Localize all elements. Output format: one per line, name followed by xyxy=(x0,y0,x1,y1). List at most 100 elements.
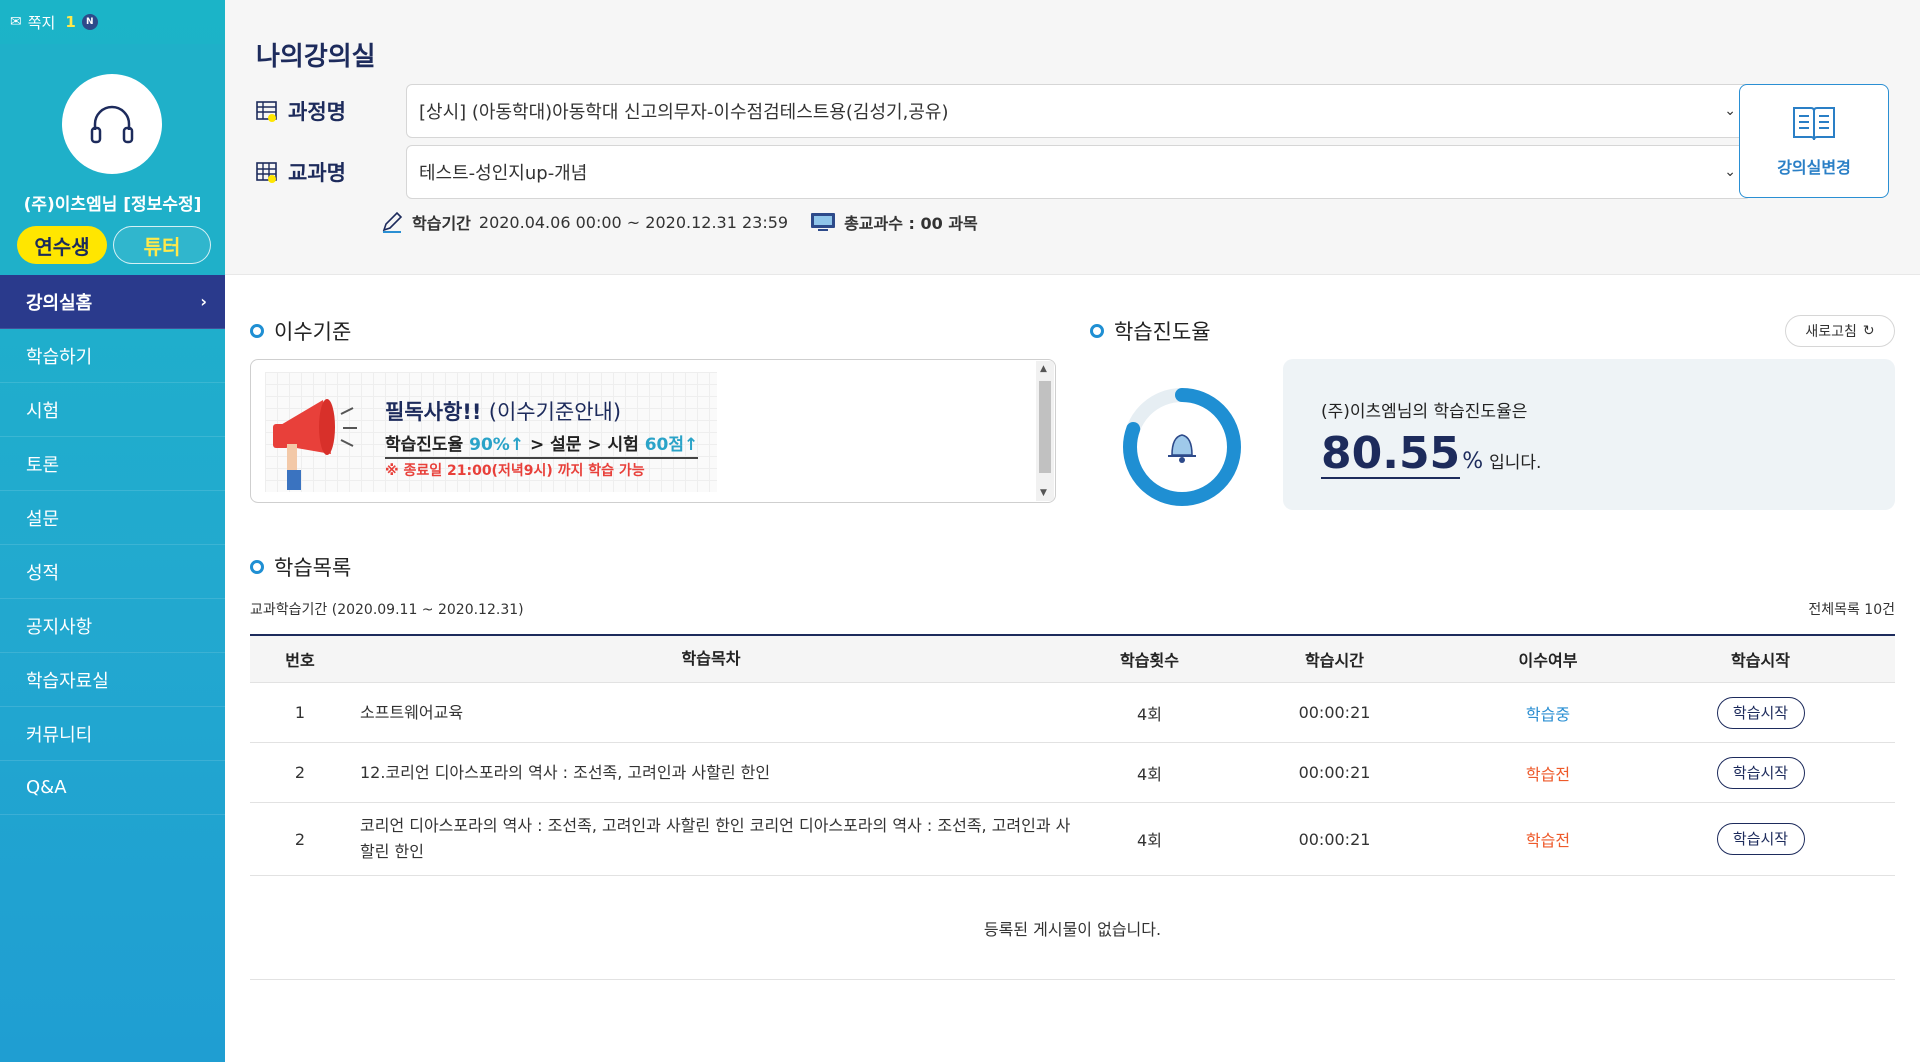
page-title: 나의강의실 xyxy=(256,42,376,72)
change-classroom-button[interactable]: 강의실변경 xyxy=(1739,84,1889,198)
start-study-button[interactable]: 학습시작 xyxy=(1716,756,1805,789)
scroll-down-icon[interactable]: ▼ xyxy=(1040,488,1047,498)
sidebar-item-study[interactable]: 학습하기 xyxy=(0,329,225,383)
course-select[interactable]: [상시] (아동학대)아동학대 신고의무자-이수점검테스트용(김성기,공유) ⌄ xyxy=(406,84,1751,138)
criteria-banner: 필독사항!! (이수기준안내) 학습진도율 90%↑ > 설문 > 시험 60점… xyxy=(265,372,717,492)
total-subjects: 총교과수 : 00 과목 xyxy=(844,214,978,233)
criteria-title-text: 이수기준 xyxy=(274,320,352,344)
sidebar-item-label: Q&A xyxy=(26,777,67,798)
sidebar-item-grades[interactable]: 성적 xyxy=(0,545,225,599)
total-count: 전체목록 10건 xyxy=(1808,602,1895,618)
period-value: 2020.04.06 00:00 ~ 2020.12.31 23:59 xyxy=(478,212,789,232)
message-label: 쪽지 xyxy=(27,13,56,32)
row-count: 4회 xyxy=(1137,704,1162,724)
chevron-down-icon: ⌄ xyxy=(1724,103,1736,119)
row-no: 2 xyxy=(294,763,306,782)
sidebar-item-label: 설문 xyxy=(26,508,60,530)
progress-caption: (주)이츠엠님의 학습진도율은 xyxy=(1321,402,1528,422)
table-header: 번호 학습목차 학습횟수 학습시간 이수여부 학습시작 xyxy=(250,636,1895,683)
row-no: 2 xyxy=(294,829,306,849)
message-bar[interactable]: ✉ 쪽지 1 N xyxy=(0,0,225,44)
study-period-row: 학습기간 2020.04.06 00:00 ~ 2020.12.31 23:59… xyxy=(380,210,986,234)
banner-headline: 필독사항!! (이수기준안내) xyxy=(385,396,621,426)
sidebar-item-survey[interactable]: 설문 xyxy=(0,491,225,545)
sidebar: ✉ 쪽지 1 N (주)이츠엠님 [정보수정] 연수생 튜터 강의실홈 › 학습… xyxy=(0,0,225,1062)
row-time: 00:00:21 xyxy=(1298,703,1371,722)
sidebar-item-label: 학습자료실 xyxy=(26,670,109,692)
course-select-value: [상시] (아동학대)아동학대 신고의무자-이수점검테스트용(김성기,공유) xyxy=(419,102,949,123)
subject-label: 교과명 xyxy=(288,161,346,185)
message-icon: ✉ xyxy=(10,14,22,30)
empty-message: 등록된 게시물이 없습니다. xyxy=(250,876,1895,980)
col-start: 학습시작 xyxy=(1731,651,1790,670)
sidebar-item-resources[interactable]: 학습자료실 xyxy=(0,653,225,707)
sidebar-item-label: 성적 xyxy=(26,562,60,584)
progress-value: 80.55 xyxy=(1321,428,1461,480)
row-title: 코리언 디아스포라의 역사 : 조선족, 고려인과 사할린 한인 코리언 디아스… xyxy=(360,816,1071,861)
sidebar-item-notices[interactable]: 공지사항 xyxy=(0,599,225,653)
banner-progress-value: 90%↑ xyxy=(469,435,525,455)
start-study-button[interactable]: 학습시작 xyxy=(1716,823,1805,855)
refresh-button[interactable]: 새로고침 ↻ xyxy=(1785,315,1895,347)
start-study-button[interactable]: 학습시작 xyxy=(1716,696,1805,729)
row-time: 00:00:21 xyxy=(1298,829,1371,849)
course-row: 과정명 [상시] (아동학대)아동학대 신고의무자-이수점검테스트용(김성기,공… xyxy=(256,84,1751,138)
bell-icon xyxy=(1168,434,1196,463)
sidebar-item-label: 공지사항 xyxy=(26,616,93,638)
username-edit-link[interactable]: (주)이츠엠님 [정보수정] xyxy=(0,190,225,215)
criteria-title: 이수기준 xyxy=(250,316,351,346)
study-table: 번호 학습목차 학습횟수 학습시간 이수여부 학습시작 1 소프트웨어교육 4회… xyxy=(250,634,1895,980)
progress-donut xyxy=(1123,388,1241,506)
sidebar-item-label: 토론 xyxy=(26,454,60,476)
subject-select[interactable]: 테스트-성인지up-개념 ⌄ xyxy=(406,145,1751,199)
avatar xyxy=(62,74,162,174)
row-status: 학습전 xyxy=(1525,764,1571,784)
sidebar-item-community[interactable]: 커뮤니티 xyxy=(0,707,225,761)
banner-deadline-note: ※ 종료일 21:00(저녁9시) 까지 학습 가능 xyxy=(385,463,645,479)
new-badge: N xyxy=(81,14,98,30)
sidebar-item-qna[interactable]: Q&A xyxy=(0,761,225,815)
classroom-header: 나의강의실 과정명 [상시] (아동학대)아동학대 신고의무자-이수점검테스트용… xyxy=(225,0,1920,275)
banner-progress-label: 학습진도율 xyxy=(385,435,470,455)
sidebar-item-exam[interactable]: 시험 xyxy=(0,383,225,437)
col-count: 학습횟수 xyxy=(1120,651,1179,670)
sidebar-item-label: 시험 xyxy=(26,400,60,422)
table-row: 1 소프트웨어교육 4회 00:00:21 학습중 학습시작 xyxy=(250,683,1895,743)
tutor-role-button[interactable]: 튜터 xyxy=(113,226,211,264)
progress-title: 학습진도율 xyxy=(1090,316,1211,346)
sidebar-item-label: 커뮤니티 xyxy=(26,724,93,746)
row-status: 학습전 xyxy=(1525,831,1571,850)
message-count: 1 xyxy=(65,13,76,31)
banner-steps: > 설문 > 시험 xyxy=(524,435,645,455)
refresh-icon: ↻ xyxy=(1862,323,1875,339)
sidebar-item-discussion[interactable]: 토론 xyxy=(0,437,225,491)
monitor-icon xyxy=(811,213,836,231)
criteria-notice-box[interactable]: 필독사항!! (이수기준안내) 학습진도율 90%↑ > 설문 > 시험 60점… xyxy=(250,359,1056,503)
study-list-title: 학습목록 xyxy=(250,552,351,582)
megaphone-icon xyxy=(273,399,357,490)
student-role-button[interactable]: 연수생 xyxy=(17,226,107,264)
course-label: 과정명 xyxy=(288,100,346,124)
table-row: 2 코리언 디아스포라의 역사 : 조선족, 고려인과 사할린 한인 코리언 디… xyxy=(250,803,1895,876)
change-classroom-label: 강의실변경 xyxy=(1777,158,1851,177)
grid-icon xyxy=(256,162,277,183)
sidebar-item-home[interactable]: 강의실홈 › xyxy=(0,275,225,329)
banner-headline-rest: (이수기준안내) xyxy=(488,400,622,424)
sidebar-item-label: 강의실홈 xyxy=(26,292,93,314)
subject-row: 교과명 테스트-성인지up-개념 ⌄ xyxy=(256,145,1751,199)
banner-headline-bold: 필독사항!! xyxy=(385,400,482,424)
row-count: 4회 xyxy=(1137,764,1162,784)
study-list-title-text: 학습목록 xyxy=(274,556,352,580)
period-label: 학습기간 xyxy=(412,214,471,233)
scroll-thumb[interactable] xyxy=(1039,381,1051,473)
table-icon xyxy=(256,101,277,122)
scroll-up-icon[interactable]: ▲ xyxy=(1040,364,1047,374)
sidebar-item-label: 학습하기 xyxy=(26,346,93,368)
open-book-icon xyxy=(1793,107,1835,141)
profile-panel: (주)이츠엠님 [정보수정] 연수생 튜터 xyxy=(0,44,225,274)
notice-scrollbar[interactable]: ▲ ▼ xyxy=(1036,361,1054,501)
progress-summary: (주)이츠엠님의 학습진도율은 80.55 % 입니다. xyxy=(1283,359,1895,510)
progress-percent-sign: % xyxy=(1462,449,1484,474)
chevron-right-icon: › xyxy=(200,292,207,311)
row-no: 1 xyxy=(294,703,306,722)
